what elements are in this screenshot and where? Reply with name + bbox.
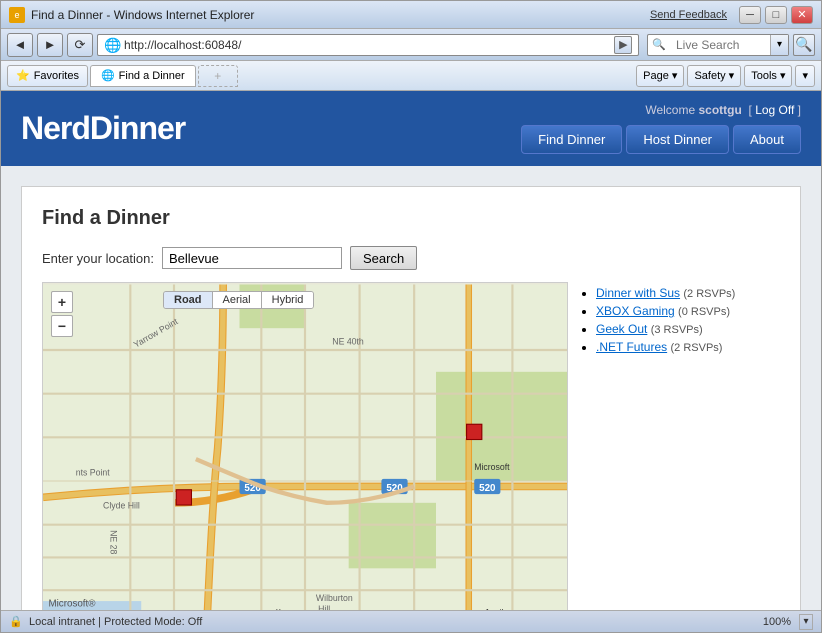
status-right: 100% ▾ [763,614,813,630]
list-item: XBOX Gaming (0 RSVPs) [596,304,780,318]
location-form: Enter your location: Search [42,246,780,270]
svg-text:NE 28: NE 28 [109,530,119,554]
svg-text:Clyde Hill: Clyde Hill [103,500,140,510]
tab-label: Find a Dinner [119,70,185,82]
back-button[interactable]: ◄ [7,33,33,57]
welcome-text: Welcome scottgu [ Log Off ] [645,103,801,117]
header-right: Welcome scottgu [ Log Off ] Find Dinner … [521,103,801,154]
welcome-label: Welcome [645,103,695,117]
page-menu-button[interactable]: Page ▾ [636,65,684,87]
app-title: NerdDinner [21,110,185,147]
status-bar: 🔒 Local intranet | Protected Mode: Off 1… [1,610,821,632]
rsvp-count-0: (2 RSVPs) [683,288,735,300]
list-item: Geek Out (3 RSVPs) [596,322,780,336]
window-title: Find a Dinner - Windows Internet Explore… [31,8,254,22]
map-area: 520 520 520 Yarrow Point nts Point Clyde… [42,282,568,610]
rsvp-count-2: (3 RSVPs) [651,324,703,336]
list-item: .NET Futures (2 RSVPs) [596,340,780,354]
live-search-icon: 🔍 [648,38,670,51]
security-icon: 🔒 [9,615,23,629]
svg-text:520: 520 [479,483,496,494]
tab-icon: 🌐 [101,69,115,82]
svg-text:nts Point: nts Point [76,468,111,478]
map-results-container: 520 520 520 Yarrow Point nts Point Clyde… [42,282,780,610]
about-nav-button[interactable]: About [733,125,801,154]
zoom-dropdown-button[interactable]: ▾ [799,614,813,630]
zoom-level: 100% [763,616,791,628]
map-type-bar: Road Aerial Hybrid [163,291,314,309]
tools-menu-button[interactable]: Tools ▾ [744,65,792,87]
page-content: Find a Dinner Enter your location: Searc… [1,166,821,610]
map-controls: + − [51,291,73,337]
title-bar: e Find a Dinner - Windows Internet Explo… [1,1,821,29]
rsvp-count-1: (0 RSVPs) [678,306,730,318]
star-icon: ⭐ [16,69,30,82]
svg-text:1 miles: 1 miles [485,607,513,610]
page-icon: 🌐 [104,37,120,53]
rsvp-count-3: (2 RSVPs) [670,342,722,354]
zoom-in-button[interactable]: + [51,291,73,313]
list-item: Dinner with Sus (2 RSVPs) [596,286,780,300]
address-bar[interactable]: 🌐 http://localhost:60848/ ▶ [97,34,639,56]
find-dinner-container: Find a Dinner Enter your location: Searc… [21,186,801,610]
dinner-link-3[interactable]: .NET Futures [596,340,667,354]
dinner-link-0[interactable]: Dinner with Sus [596,286,680,300]
search-button[interactable]: Search [350,246,417,270]
find-dinner-title: Find a Dinner [42,207,780,230]
nav-search-input[interactable] [670,35,770,55]
aerial-view-button[interactable]: Aerial [213,292,262,308]
dinner-link-2[interactable]: Geek Out [596,322,647,336]
status-text: Local intranet | Protected Mode: Off [29,616,202,628]
new-tab-button[interactable]: + [198,65,238,87]
extra-menu-button[interactable]: ▾ [795,65,815,87]
zoom-out-button[interactable]: − [51,315,73,337]
svg-text:Microsoft®: Microsoft® [48,599,96,610]
toolbar-right: Page ▾ Safety ▾ Tools ▾ ▾ [636,65,815,87]
favorites-label: Favorites [34,70,79,82]
navigation-bar: ◄ ► ⟳ 🌐 http://localhost:60848/ ▶ 🔍 ▾ 🔍 [1,29,821,61]
location-input[interactable] [162,247,342,269]
host-dinner-nav-button[interactable]: Host Dinner [626,125,729,154]
map-svg: 520 520 520 Yarrow Point nts Point Clyde… [43,283,567,610]
minimize-button[interactable]: ─ [739,6,761,24]
results-list: Dinner with Sus (2 RSVPs) XBOX Gaming (0… [580,286,780,354]
username: scottgu [699,103,742,117]
search-dropdown-button[interactable]: ▾ [770,35,788,55]
find-dinner-nav-button[interactable]: Find Dinner [521,125,622,154]
svg-text:Wilburton: Wilburton [316,593,353,603]
address-text: http://localhost:60848/ [124,38,610,52]
results-sidebar: Dinner with Sus (2 RSVPs) XBOX Gaming (0… [580,282,780,610]
status-left: 🔒 Local intranet | Protected Mode: Off [9,615,202,629]
active-tab[interactable]: 🌐 Find a Dinner [90,65,196,87]
safety-menu-button[interactable]: Safety ▾ [687,65,741,87]
nav-buttons: Find Dinner Host Dinner About [521,125,801,154]
close-button[interactable]: ✕ [791,6,813,24]
svg-text:Hill: Hill [318,604,330,610]
road-view-button[interactable]: Road [164,292,213,308]
location-label: Enter your location: [42,251,154,266]
nav-search-bar: 🔍 ▾ 🔍 [647,34,815,56]
content-area: NerdDinner Welcome scottgu [ Log Off ] F… [1,91,821,632]
hybrid-view-button[interactable]: Hybrid [262,292,314,308]
browser-icon: e [9,7,25,23]
refresh-button[interactable]: ⟳ [67,33,93,57]
app-header: NerdDinner Welcome scottgu [ Log Off ] F… [1,91,821,166]
go-button[interactable]: ▶ [614,36,632,54]
browser-toolbar: ⭐ Favorites 🌐 Find a Dinner + Page ▾ Saf… [1,61,821,91]
favorites-button[interactable]: ⭐ Favorites [7,65,88,87]
maximize-button[interactable]: □ [765,6,787,24]
svg-text:Bellevue: Bellevue [261,608,306,610]
svg-text:NE 40th: NE 40th [332,337,364,347]
dinner-link-1[interactable]: XBOX Gaming [596,304,675,318]
search-go-icon[interactable]: 🔍 [793,34,815,56]
log-off-link[interactable]: Log Off [755,103,794,117]
svg-text:Microsoft: Microsoft [474,462,510,472]
send-feedback-link[interactable]: Send Feedback [650,9,727,21]
forward-button[interactable]: ► [37,33,63,57]
